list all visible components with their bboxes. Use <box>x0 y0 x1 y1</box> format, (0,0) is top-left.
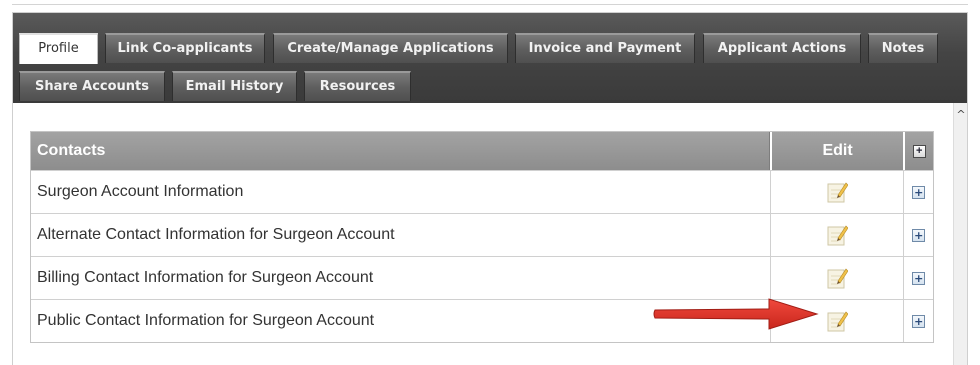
tab-bar: Profile Link Co-applicants Create/Manage… <box>13 13 967 103</box>
edit-notepad-icon[interactable] <box>826 309 849 333</box>
expand-row-icon[interactable]: + <box>912 228 926 242</box>
row-label: Billing Contact Information for Surgeon … <box>37 269 374 286</box>
expand-row-icon[interactable]: + <box>912 271 926 285</box>
edit-cell <box>769 214 904 256</box>
applicant-panel: Profile Link Co-applicants Create/Manage… <box>12 12 968 365</box>
tab-share-accounts[interactable]: Share Accounts <box>19 71 165 101</box>
edit-cell <box>769 171 904 213</box>
table-row: Alternate Contact Information for Surgeo… <box>31 213 933 256</box>
row-label: Alternate Contact Information for Surgeo… <box>37 226 395 243</box>
expand-cell: + <box>903 300 933 342</box>
red-arrow-icon <box>653 298 819 330</box>
table-header-row: Contacts Edit + <box>31 132 933 170</box>
column-header-edit: Edit <box>769 132 904 170</box>
expand-cell: + <box>903 214 933 256</box>
edit-cell <box>769 257 904 299</box>
expand-row-icon[interactable]: + <box>912 185 926 199</box>
tab-email-history[interactable]: Email History <box>172 71 297 101</box>
tab-create-manage-applications[interactable]: Create/Manage Applications <box>273 33 508 63</box>
tab-invoice-and-payment[interactable]: Invoice and Payment <box>515 33 695 63</box>
expand-all-icon[interactable]: + <box>912 144 926 158</box>
scroll-up-icon[interactable]: ^ <box>955 109 967 121</box>
edit-notepad-icon[interactable] <box>826 223 849 247</box>
expand-cell: + <box>903 171 933 213</box>
table-row: Billing Contact Information for Surgeon … <box>31 256 933 299</box>
row-label: Surgeon Account Information <box>37 183 244 200</box>
tab-profile[interactable]: Profile <box>19 33 98 64</box>
expand-row-icon[interactable]: + <box>912 314 926 328</box>
edit-notepad-icon[interactable] <box>826 266 849 290</box>
tab-resources[interactable]: Resources <box>304 71 411 101</box>
table-row: Surgeon Account Information + <box>31 170 933 213</box>
tab-applicant-actions[interactable]: Applicant Actions <box>703 33 861 63</box>
vertical-scrollbar[interactable]: ^ <box>953 103 967 365</box>
expand-all-cell: + <box>903 132 933 170</box>
tab-link-co-applicants[interactable]: Link Co-applicants <box>105 33 265 63</box>
edit-notepad-icon[interactable] <box>826 180 849 204</box>
tab-notes[interactable]: Notes <box>868 33 938 63</box>
column-header-contacts: Contacts <box>31 132 770 170</box>
top-divider <box>12 4 968 5</box>
expand-cell: + <box>903 257 933 299</box>
